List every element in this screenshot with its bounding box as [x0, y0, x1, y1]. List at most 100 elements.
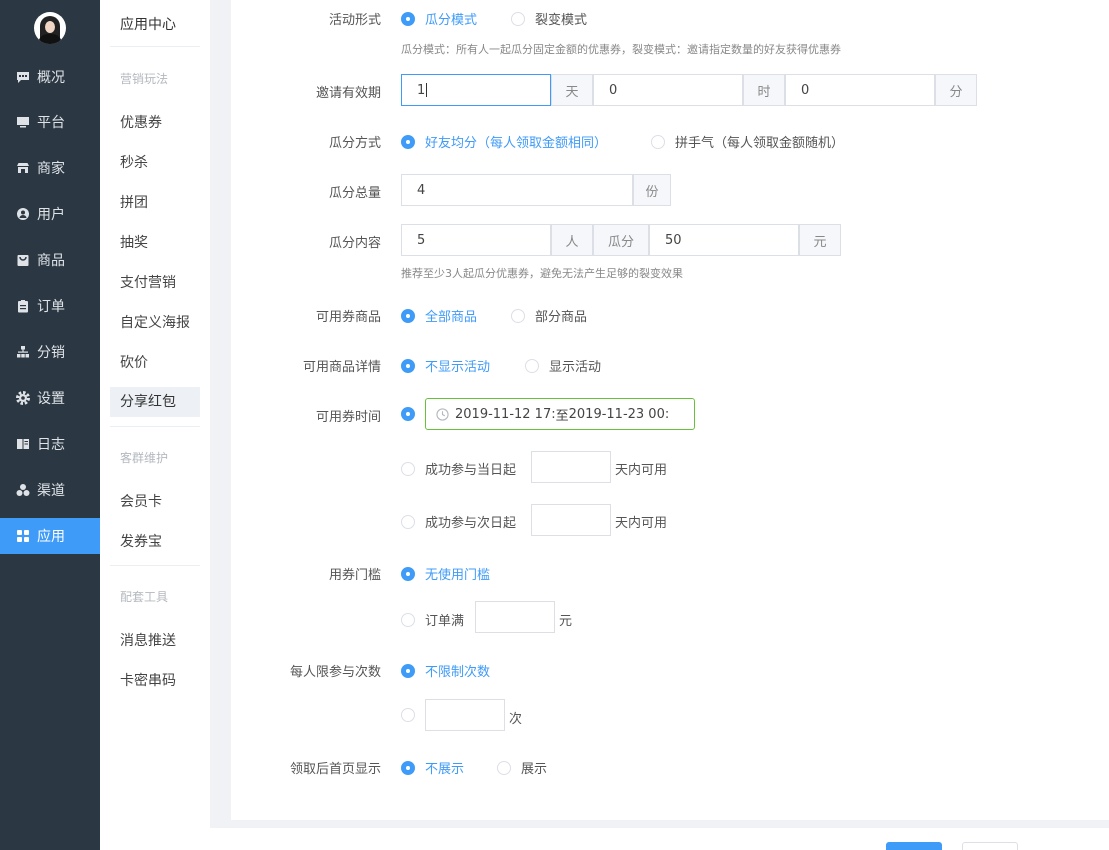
- nav-item-label: 商家: [37, 161, 65, 177]
- total-label: 瓜分总量: [328, 186, 381, 201]
- radio-label: 部分商品: [535, 310, 588, 325]
- subnav-item-message-push[interactable]: 消息推送: [110, 626, 200, 656]
- coupon-time-same-day-radio[interactable]: 成功参与当日起: [401, 459, 516, 478]
- nav-item-label: 分销: [37, 345, 65, 361]
- validity-minutes-input[interactable]: 0: [785, 74, 935, 106]
- user-icon: [16, 207, 30, 221]
- nav-item-channel[interactable]: 渠道: [0, 472, 100, 508]
- goods-partial-radio[interactable]: 部分商品: [511, 306, 587, 325]
- nav-item-label: 设置: [37, 391, 65, 407]
- total-unit: 份: [633, 174, 671, 206]
- subnav-group-customer: 客群维护: [120, 451, 169, 465]
- nav-item-apps[interactable]: 应用: [0, 518, 100, 554]
- home-hide-radio[interactable]: 不展示: [401, 758, 464, 777]
- same-day-days-input[interactable]: [531, 451, 611, 483]
- detail-hide-radio[interactable]: 不显示活动: [401, 356, 490, 375]
- nav-item-label: 概况: [37, 70, 65, 86]
- subnav-item-pay-marketing[interactable]: 支付营销: [110, 268, 200, 298]
- nav-item-label: 日志: [37, 437, 65, 453]
- subnav-item-group-buy[interactable]: 拼团: [110, 188, 200, 218]
- range-start: 2019-11-12 17:: [455, 406, 556, 422]
- chat-icon: [16, 70, 30, 84]
- total-input[interactable]: 4: [401, 174, 633, 206]
- next-day-days-input[interactable]: [531, 504, 611, 536]
- order-min-suffix: 元: [559, 614, 573, 629]
- split-mid-label: 瓜分: [593, 224, 649, 256]
- threshold-none-radio[interactable]: 无使用门槛: [401, 564, 490, 583]
- nav-item-user[interactable]: 用户: [0, 196, 100, 232]
- limit-custom-radio[interactable]: [401, 708, 425, 722]
- nav-item-order[interactable]: 订单: [0, 288, 100, 324]
- home-show-radio[interactable]: 展示: [497, 758, 547, 777]
- split-random-radio[interactable]: 拼手气（每人领取金额随机）: [651, 132, 844, 151]
- nav-item-label: 商品: [37, 253, 65, 269]
- validity-hours-input[interactable]: 0: [593, 74, 743, 106]
- limit-count-suffix: 次: [509, 712, 523, 727]
- split-even-radio[interactable]: 好友均分（每人领取金额相同）: [401, 132, 607, 151]
- subnav-title: 应用中心: [120, 17, 176, 33]
- nav-item-settings[interactable]: 设置: [0, 380, 100, 416]
- nav-item-label: 订单: [37, 299, 65, 315]
- hours-unit: 时: [743, 74, 785, 106]
- subnav-item-bargain[interactable]: 砍价: [110, 348, 200, 378]
- content-label: 瓜分内容: [328, 236, 381, 251]
- radio-label: 不展示: [425, 762, 465, 777]
- nav-item-log[interactable]: 日志: [0, 426, 100, 462]
- avatar[interactable]: [34, 12, 66, 44]
- limit-label: 每人限参与次数: [289, 665, 381, 680]
- goods-detail-label: 可用商品详情: [302, 360, 381, 375]
- range-end: 2019-11-23 00:: [568, 406, 670, 422]
- footer-action-bar: [210, 828, 1109, 850]
- cancel-button[interactable]: [962, 842, 1018, 850]
- nav-item-goods[interactable]: 商品: [0, 242, 100, 278]
- amount-input[interactable]: 50: [649, 224, 799, 256]
- subnav-item-member-card[interactable]: 会员卡: [110, 487, 200, 517]
- limit-unlimited-radio[interactable]: 不限制次数: [401, 661, 490, 680]
- validity-days-input[interactable]: 1: [401, 74, 551, 106]
- radio-label: 不显示活动: [425, 360, 491, 375]
- hierarchy-icon: [16, 345, 30, 359]
- mode-split-radio[interactable]: 瓜分模式: [401, 9, 477, 28]
- subnav-item-coupon[interactable]: 优惠券: [110, 108, 200, 138]
- minutes-unit: 分: [935, 74, 977, 106]
- radio-label: 无使用门槛: [425, 568, 491, 583]
- detail-show-radio[interactable]: 显示活动: [525, 356, 601, 375]
- submit-button[interactable]: [886, 842, 942, 850]
- order-min-input[interactable]: [475, 601, 555, 633]
- coupon-time-range-radio[interactable]: [401, 407, 425, 421]
- date-range-picker[interactable]: 2019-11-12 17: 至 2019-11-23 00:: [425, 398, 695, 430]
- limit-count-input[interactable]: [425, 699, 505, 731]
- radio-label: 不限制次数: [425, 665, 491, 680]
- nav-item-merchant[interactable]: 商家: [0, 150, 100, 186]
- nav-item-distribution[interactable]: 分销: [0, 334, 100, 370]
- nav-item-label: 平台: [37, 115, 65, 131]
- goods-all-radio[interactable]: 全部商品: [401, 306, 477, 325]
- divider: [110, 426, 200, 427]
- content-hint: 推荐至少3人起瓜分优惠券，避免无法产生足够的裂变效果: [401, 267, 683, 280]
- subnav-item-share-red-packet[interactable]: 分享红包: [110, 387, 200, 417]
- threshold-order-radio[interactable]: 订单满: [401, 610, 464, 629]
- coupon-time-next-day-radio[interactable]: 成功参与次日起: [401, 512, 516, 531]
- main-nav: 概况 平台 商家 用户 商品 订单 分销 设置 日志 渠道 应用: [0, 0, 100, 850]
- mode-fission-radio[interactable]: 裂变模式: [511, 9, 587, 28]
- nav-item-overview[interactable]: 概况: [0, 59, 100, 95]
- radio-label: 瓜分模式: [425, 13, 478, 28]
- subnav-item-lottery[interactable]: 抽奖: [110, 228, 200, 258]
- people-unit: 人: [551, 224, 593, 256]
- mode-label: 活动形式: [328, 13, 381, 28]
- nav-item-platform[interactable]: 平台: [0, 104, 100, 140]
- people-input[interactable]: 5: [401, 224, 551, 256]
- home-display-label: 领取后首页显示: [289, 762, 381, 777]
- subnav-item-flash-sale[interactable]: 秒杀: [110, 148, 200, 178]
- grid-icon: [16, 529, 30, 543]
- subnav-item-poster[interactable]: 自定义海报: [110, 308, 200, 338]
- sub-nav: 应用中心 营销玩法 优惠券 秒杀 拼团 抽奖 支付营销 自定义海报 砍价 分享红…: [100, 0, 210, 850]
- radio-label: 裂变模式: [535, 13, 588, 28]
- subnav-item-card-code[interactable]: 卡密串码: [110, 666, 200, 696]
- nav-item-label: 用户: [37, 207, 65, 223]
- subnav-item-coupon-sender[interactable]: 发券宝: [110, 527, 200, 557]
- divider: [110, 46, 200, 47]
- same-day-suffix: 天内可用: [615, 463, 668, 478]
- coupon-time-label: 可用券时间: [315, 410, 381, 425]
- subnav-group-marketing: 营销玩法: [120, 72, 169, 86]
